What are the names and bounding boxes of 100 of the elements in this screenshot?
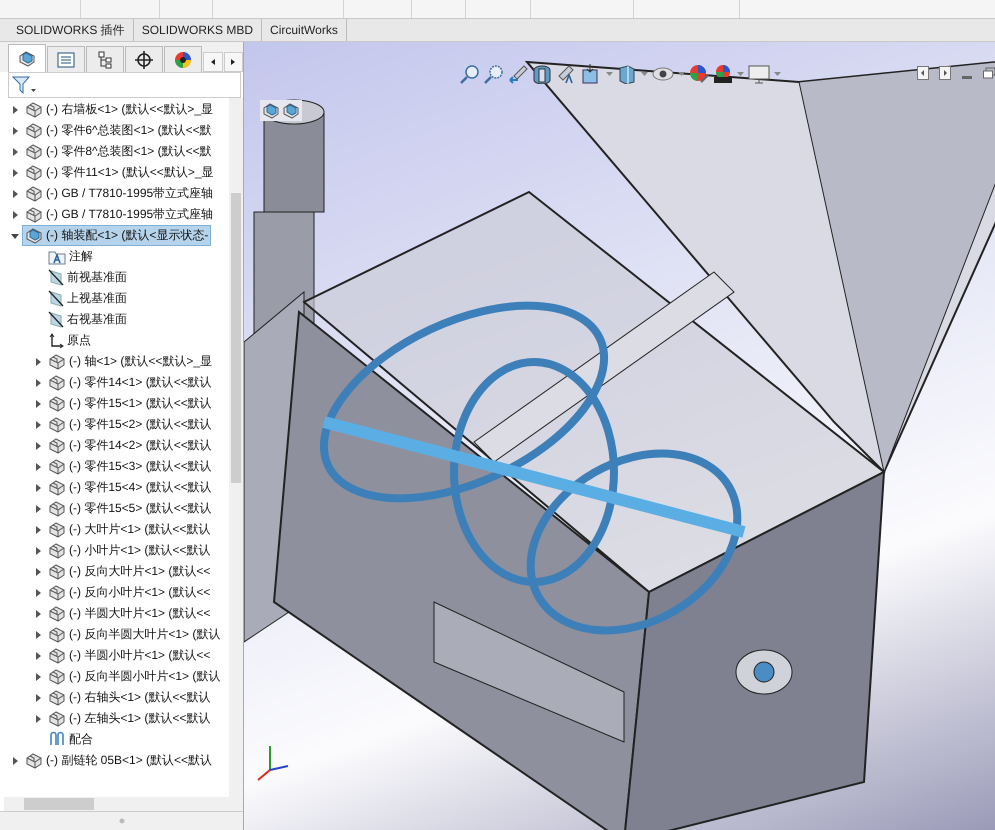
- expand-arrow-icon[interactable]: [34, 504, 42, 512]
- part-icon: [48, 626, 66, 643]
- left-arrow-icon: [210, 59, 215, 65]
- restore-icon[interactable]: [983, 66, 995, 80]
- list-icon: [57, 52, 75, 68]
- tree-item[interactable]: (-) 反向大叶片<1> (默认<<: [45, 561, 214, 582]
- zoom-to-fit-icon[interactable]: [460, 64, 480, 84]
- expand-arrow-icon[interactable]: [34, 672, 42, 680]
- tree-item[interactable]: (-) 反向半圆大叶片<1> (默认: [45, 624, 224, 645]
- tree-item[interactable]: 右视基准面: [45, 309, 130, 330]
- tree-item[interactable]: (-) 小叶片<1> (默认<<默认: [45, 540, 214, 561]
- panel-tab[interactable]: [8, 44, 46, 72]
- tree-item[interactable]: (-) 左轴头<1> (默认<<默认: [45, 708, 214, 729]
- dynamic-annotation-icon[interactable]: [556, 64, 576, 84]
- horizontal-scrollbar[interactable]: [4, 797, 243, 811]
- tree-item[interactable]: (-) 零件15<4> (默认<<默认: [45, 477, 215, 498]
- tile-right-icon[interactable]: [939, 66, 951, 80]
- collapse-arrow-icon[interactable]: [11, 232, 19, 240]
- expand-arrow-icon[interactable]: [34, 630, 42, 638]
- expand-arrow-icon[interactable]: [34, 714, 42, 722]
- expand-arrow-icon[interactable]: [11, 210, 19, 218]
- tree-item[interactable]: (-) 半圆小叶片<1> (默认<<: [45, 645, 214, 666]
- expand-arrow-icon[interactable]: [34, 526, 42, 534]
- tree-item[interactable]: (-) 半圆大叶片<1> (默认<<: [45, 603, 214, 624]
- section-view-icon[interactable]: [532, 64, 552, 84]
- plane-icon: [48, 311, 64, 328]
- expand-arrow-icon[interactable]: [34, 546, 42, 554]
- tree-item[interactable]: 前视基准面: [45, 267, 130, 288]
- scroll-left-button[interactable]: [203, 52, 223, 72]
- splitter-handle-icon[interactable]: [118, 818, 124, 824]
- caret-icon[interactable]: [678, 72, 685, 76]
- part-icon: [25, 185, 43, 202]
- expand-arrow-icon[interactable]: [11, 148, 19, 156]
- previous-view-icon[interactable]: [508, 64, 528, 84]
- apply-scene-icon[interactable]: [713, 64, 733, 84]
- expand-arrow-icon[interactable]: [11, 168, 19, 176]
- part-icon: [25, 122, 43, 139]
- expand-arrow-icon[interactable]: [34, 652, 42, 660]
- tree-item[interactable]: (-) 轴<1> (默认<<默认>_显: [45, 351, 216, 372]
- tree-item[interactable]: (-) 零件6^总装图<1> (默认<<默: [22, 120, 215, 141]
- tree-item[interactable]: (-) GB / T7810-1995带立式座轴: [22, 183, 216, 204]
- expand-arrow-icon[interactable]: [34, 400, 42, 408]
- part-icon: [48, 374, 66, 391]
- panel-tab[interactable]: [164, 46, 202, 72]
- expand-arrow-icon[interactable]: [34, 442, 42, 450]
- tree-item[interactable]: (-) 大叶片<1> (默认<<默认: [45, 519, 214, 540]
- display-style-icon[interactable]: [617, 64, 637, 84]
- vertical-scrollbar[interactable]: [229, 98, 243, 797]
- tree-item[interactable]: 配合: [45, 729, 96, 750]
- part-icon: [48, 437, 66, 454]
- part-icon: [48, 395, 66, 412]
- panel-tab[interactable]: [47, 46, 85, 72]
- monitor-icon[interactable]: [748, 64, 770, 84]
- expand-arrow-icon[interactable]: [34, 462, 42, 470]
- expand-arrow-icon[interactable]: [34, 588, 42, 596]
- tree-item[interactable]: (-) 零件15<2> (默认<<默认: [45, 414, 215, 435]
- tree-item[interactable]: (-) 轴装配<1> (默认<显示状态-: [22, 225, 212, 246]
- part-icon: [48, 584, 66, 601]
- expand-arrow-icon[interactable]: [34, 568, 42, 576]
- tree-item[interactable]: (-) 零件8^总装图<1> (默认<<默: [22, 141, 215, 162]
- part-icon: [25, 206, 43, 223]
- tree-item[interactable]: (-) 零件15<5> (默认<<默认: [45, 498, 215, 519]
- tree-item[interactable]: (-) 零件15<1> (默认<<默认: [45, 393, 215, 414]
- expand-arrow-icon[interactable]: [11, 190, 19, 198]
- tile-left-icon[interactable]: [917, 66, 929, 80]
- tree-item[interactable]: (-) 副链轮 05B<1> (默认<<默认: [22, 750, 216, 771]
- expand-arrow-icon[interactable]: [34, 358, 42, 366]
- tree-item[interactable]: (-) 零件11<1> (默认<<默认>_显: [22, 162, 216, 183]
- view-tabs[interactable]: [260, 100, 302, 121]
- tree-item[interactable]: (-) GB / T7810-1995带立式座轴: [22, 204, 216, 225]
- expand-arrow-icon[interactable]: [34, 484, 42, 492]
- command-tab[interactable]: SOLIDWORKS 插件: [8, 19, 134, 41]
- tree-item[interactable]: 原点: [45, 330, 94, 351]
- panel-tab[interactable]: [125, 46, 163, 72]
- tree-item[interactable]: (-) 零件15<3> (默认<<默认: [45, 456, 215, 477]
- tree-item[interactable]: 注解: [45, 246, 96, 267]
- expand-arrow-icon[interactable]: [34, 420, 42, 428]
- expand-arrow-icon[interactable]: [34, 378, 42, 386]
- expand-arrow-icon[interactable]: [11, 106, 19, 114]
- expand-arrow-icon[interactable]: [11, 126, 19, 134]
- command-tab[interactable]: SOLIDWORKS MBD: [134, 19, 262, 41]
- part-icon: [48, 353, 66, 370]
- expand-arrow-icon[interactable]: [34, 610, 42, 618]
- tree-item[interactable]: (-) 右轴头<1> (默认<<默认: [45, 687, 214, 708]
- expand-arrow-icon[interactable]: [34, 694, 42, 702]
- edit-appearance-icon[interactable]: [689, 64, 709, 84]
- expand-arrow-icon[interactable]: [11, 756, 19, 764]
- command-tab[interactable]: CircuitWorks: [262, 19, 347, 41]
- filter-icon[interactable]: [12, 76, 36, 94]
- zoom-area-icon[interactable]: [484, 64, 504, 84]
- eye-icon[interactable]: [652, 66, 674, 82]
- panel-tab[interactable]: [86, 46, 124, 72]
- tree-item[interactable]: (-) 零件14<2> (默认<<默认: [45, 435, 215, 456]
- tree-item[interactable]: (-) 零件14<1> (默认<<默认: [45, 372, 215, 393]
- tree-item[interactable]: (-) 反向小叶片<1> (默认<<: [45, 582, 214, 603]
- tree-item[interactable]: 上视基准面: [45, 288, 130, 309]
- tree-item[interactable]: (-) 反向半圆小叶片<1> (默认: [45, 666, 224, 687]
- tree-item[interactable]: (-) 右墙板<1> (默认<<默认>_显: [22, 99, 216, 120]
- scroll-right-button[interactable]: [224, 52, 244, 72]
- filter-field[interactable]: [8, 72, 241, 98]
